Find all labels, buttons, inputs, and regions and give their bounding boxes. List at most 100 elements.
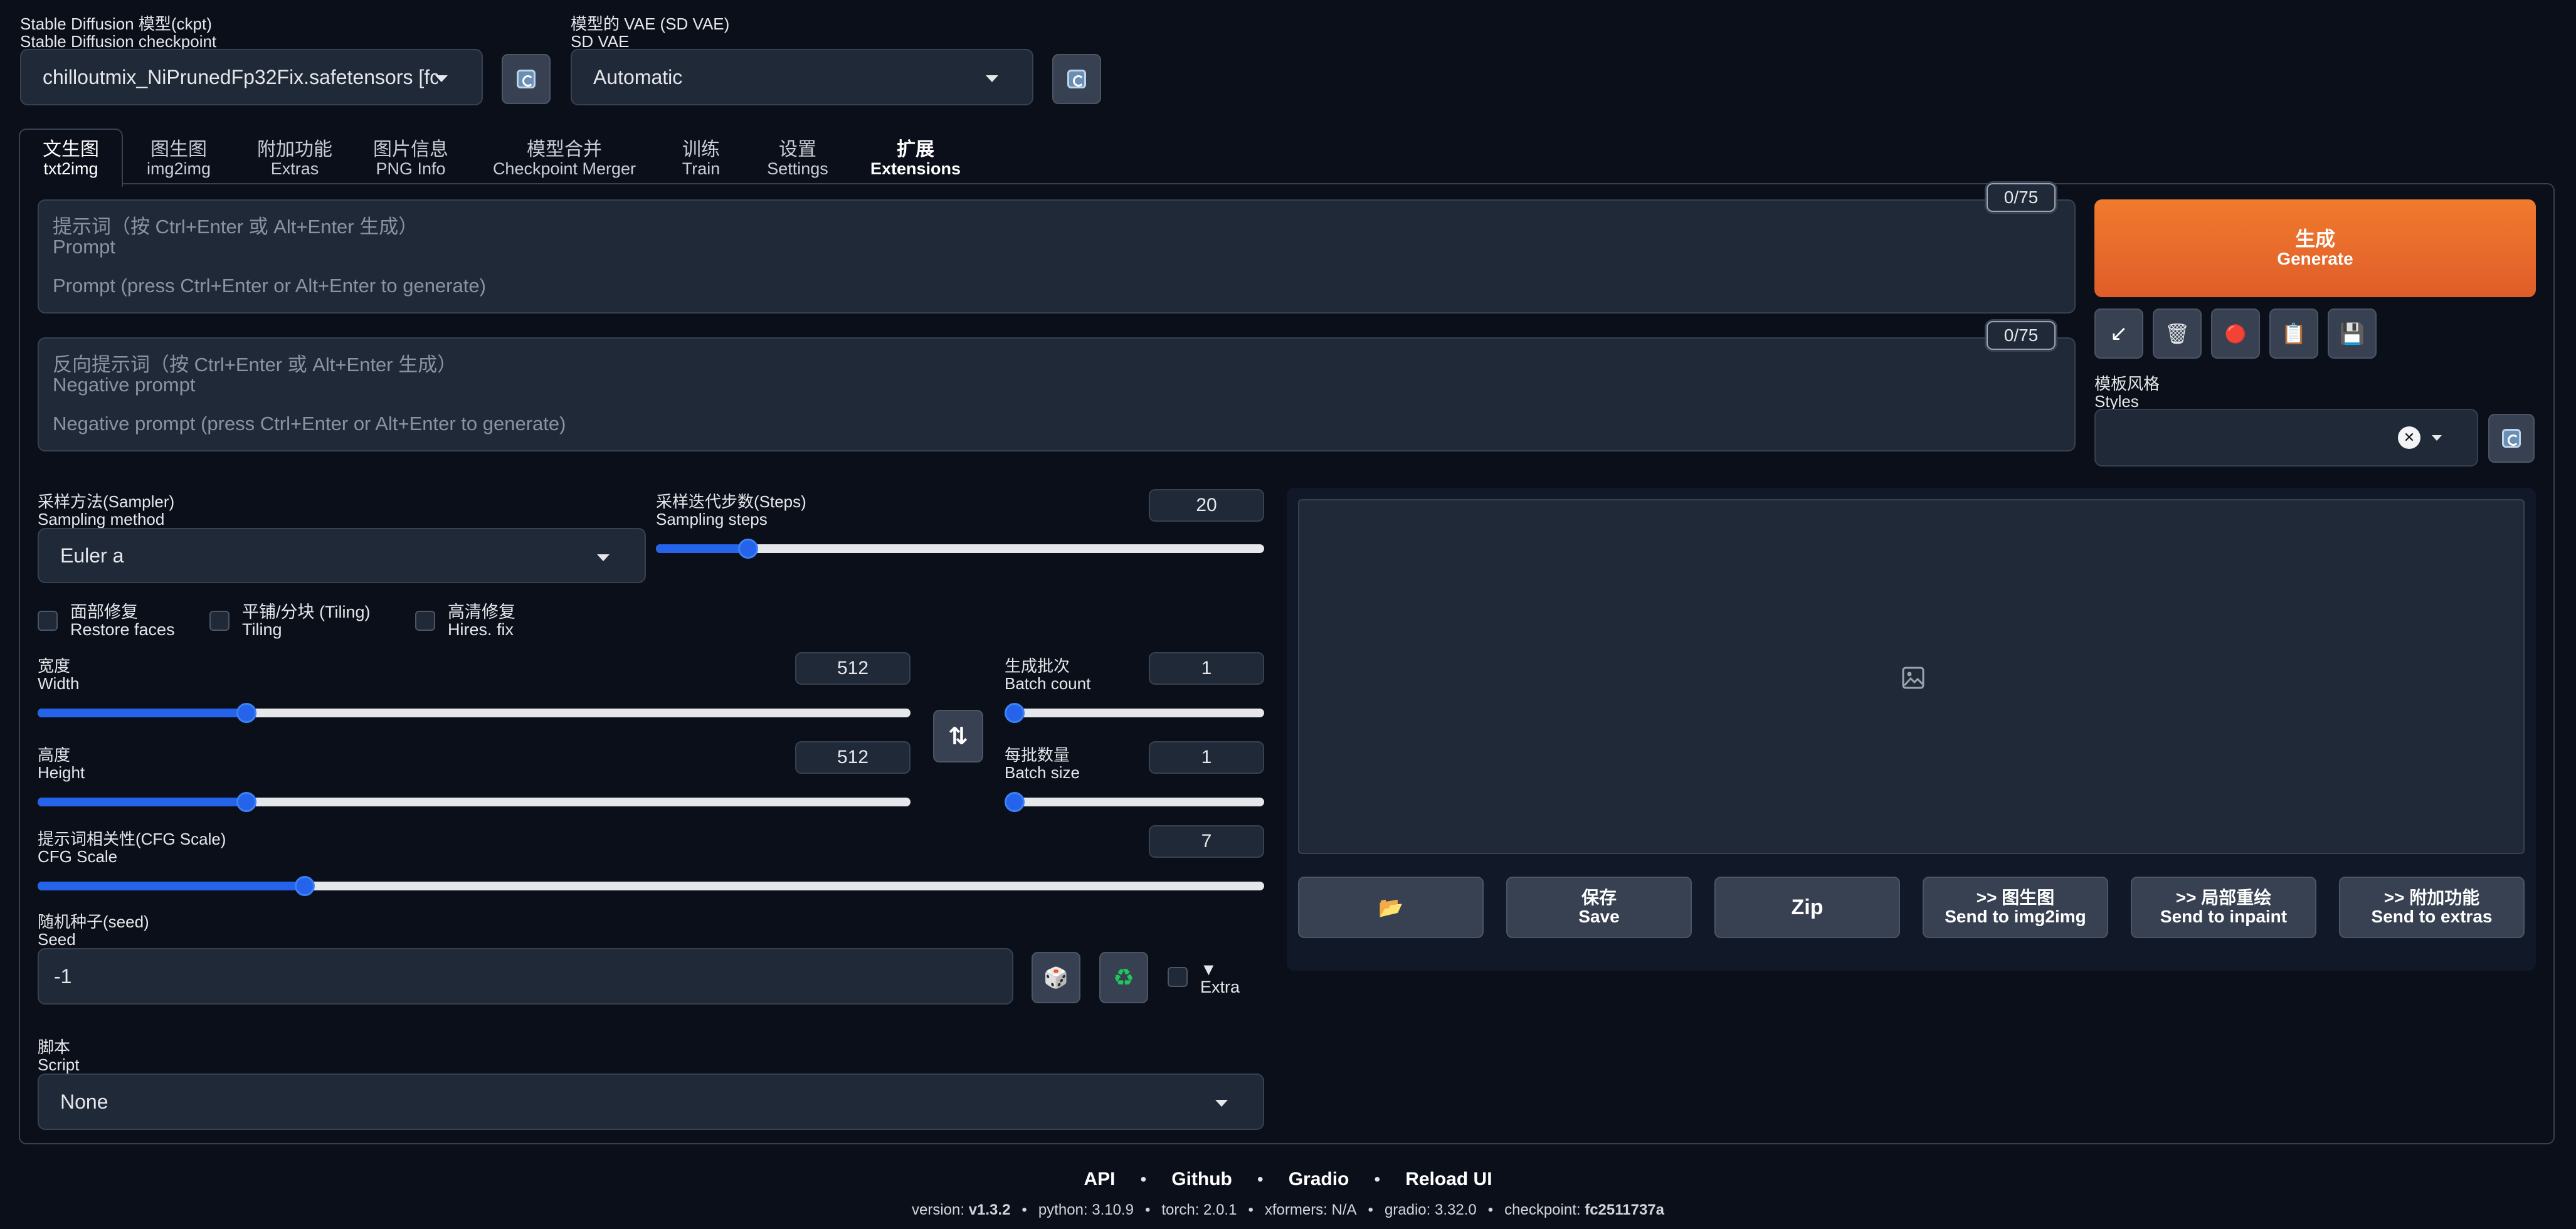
clear-icon[interactable]: ✕: [2398, 426, 2420, 449]
extra-seed-checkbox[interactable]: [1168, 967, 1188, 987]
extra-label: Extra: [1200, 978, 1240, 996]
tab-train[interactable]: 训练 Train: [665, 140, 737, 179]
script-select[interactable]: None: [38, 1073, 1264, 1130]
chevron-down-icon: [597, 554, 610, 561]
batch-size-input[interactable]: 1: [1149, 741, 1264, 774]
refresh-styles-button[interactable]: [2488, 414, 2535, 463]
gradio-link[interactable]: Gradio: [1289, 1169, 1349, 1190]
vae-label-zh: 模型的 VAE (SD VAE): [571, 14, 730, 33]
refresh-vae-button[interactable]: [1052, 54, 1101, 104]
batch-count-label: 生成批次 Batch count: [1005, 657, 1090, 692]
refresh-checkpoint-button[interactable]: [502, 54, 551, 104]
negative-prompt-textarea[interactable]: 反向提示词（按 Ctrl+Enter 或 Alt+Enter 生成） Negat…: [38, 337, 2076, 451]
seed-input[interactable]: -1: [38, 948, 1013, 1005]
vae-select[interactable]: Automatic: [571, 49, 1033, 105]
send-to-img2img-button[interactable]: >> 图生图 Send to img2img: [1923, 877, 2108, 938]
tab-settings[interactable]: 设置 Settings: [755, 140, 840, 179]
cfg-input[interactable]: 7: [1149, 825, 1264, 858]
button-label-en: Send to inpaint: [2160, 907, 2288, 926]
recycle-icon: ♻: [1112, 964, 1135, 991]
generate-label-zh: 生成: [2294, 228, 2335, 250]
seed-label: 随机种子(seed) Seed: [38, 913, 149, 948]
send-to-inpaint-button[interactable]: >> 局部重绘 Send to inpaint: [2131, 877, 2316, 938]
negative-prompt-label: 反向提示词（按 Ctrl+Enter 或 Alt+Enter 生成） Negat…: [53, 355, 457, 395]
footer-links: API • Github • Gradio • Reload UI: [0, 1169, 2576, 1190]
tab-label-en: Train: [682, 159, 721, 178]
clear-prompt-button[interactable]: 🗑: [2153, 309, 2202, 359]
height-slider[interactable]: [38, 792, 911, 812]
prompt-label-zh: 提示词（按 Ctrl+Enter 或 Alt+Enter 生成）: [53, 216, 418, 238]
reload-ui-link[interactable]: Reload UI: [1405, 1169, 1492, 1190]
reuse-seed-button[interactable]: ♻: [1099, 952, 1148, 1003]
clipboard-icon: 📋: [2281, 322, 2306, 345]
slider-thumb[interactable]: [236, 792, 256, 812]
refresh-icon: [1067, 70, 1086, 88]
batch-size-slider[interactable]: [1005, 792, 1264, 812]
prompt-placeholder: Prompt (press Ctrl+Enter or Alt+Enter to…: [53, 275, 486, 297]
button-label-en: Save: [1578, 907, 1620, 926]
height-label-zh: 高度: [38, 746, 71, 764]
checkpoint-value: chilloutmix_NiPrunedFp32Fix.safetensors …: [43, 65, 438, 88]
negative-prompt-label-en: Negative prompt: [53, 374, 196, 396]
restore-faces-checkbox[interactable]: [38, 611, 58, 631]
tab-extras[interactable]: 附加功能 Extras: [245, 140, 345, 179]
batch-count-label-en: Batch count: [1005, 674, 1091, 693]
github-link[interactable]: Github: [1171, 1169, 1232, 1190]
footer-separator: •: [1368, 1201, 1373, 1218]
prompt-textarea[interactable]: 提示词（按 Ctrl+Enter 或 Alt+Enter 生成） Prompt …: [38, 199, 2076, 314]
apply-style-button[interactable]: 📋: [2269, 309, 2318, 359]
batch-count-input[interactable]: 1: [1149, 652, 1264, 685]
hires-fix-checkbox[interactable]: [415, 611, 435, 631]
slider-thumb[interactable]: [1005, 703, 1025, 723]
tiling-checkbox[interactable]: [209, 611, 230, 631]
slider-thumb[interactable]: [236, 703, 256, 723]
width-label-en: Width: [38, 674, 80, 693]
styles-select[interactable]: ✕: [2094, 409, 2478, 467]
save-style-button[interactable]: 💾: [2328, 309, 2377, 359]
chevron-down-icon: [435, 75, 448, 82]
output-image-area[interactable]: [1298, 499, 2525, 854]
steps-slider[interactable]: [656, 539, 1264, 559]
tab-label-zh: 图片信息: [373, 139, 448, 160]
tab-txt2img[interactable]: 文生图 txt2img: [19, 140, 123, 179]
cfg-slider[interactable]: [38, 876, 1264, 896]
tab-checkpoint-merger[interactable]: 模型合并 Checkpoint Merger: [483, 139, 646, 179]
red-circle-icon: 🔴: [2224, 324, 2247, 344]
checkpoint-select[interactable]: chilloutmix_NiPrunedFp32Fix.safetensors …: [20, 49, 483, 105]
random-seed-button[interactable]: 🎲: [1032, 952, 1080, 1003]
triangle-down-icon: ▼: [1200, 960, 1217, 979]
height-label: 高度 Height: [38, 746, 85, 781]
batch-size-label-zh: 每批数量: [1005, 746, 1070, 764]
script-label-zh: 脚本: [38, 1038, 71, 1057]
tab-img2img[interactable]: 图生图 img2img: [132, 140, 226, 179]
api-link[interactable]: API: [1084, 1169, 1115, 1190]
width-slider[interactable]: [38, 703, 911, 723]
vae-label: 模型的 VAE (SD VAE) SD VAE: [571, 15, 729, 50]
tab-label-zh: 模型合并: [527, 139, 602, 160]
steps-input[interactable]: 20: [1149, 489, 1264, 522]
open-folder-button[interactable]: 📂: [1298, 877, 1484, 938]
button-label-en: Send to img2img: [1945, 907, 2086, 926]
save-button[interactable]: 保存 Save: [1506, 877, 1692, 938]
extra-networks-button[interactable]: 🔴: [2211, 309, 2260, 359]
slider-fill: [38, 798, 246, 806]
sampler-select[interactable]: Euler a: [38, 528, 646, 583]
python-version: python: 3.10.9: [1038, 1201, 1134, 1218]
slider-thumb[interactable]: [738, 539, 758, 559]
tab-png-info[interactable]: 图片信息 PNG Info: [364, 139, 458, 179]
swap-dimensions-button[interactable]: ⇅: [933, 710, 983, 762]
batch-count-slider[interactable]: [1005, 703, 1264, 723]
read-params-button[interactable]: ↙: [2094, 309, 2143, 359]
zip-button[interactable]: Zip: [1714, 877, 1900, 938]
tab-extensions[interactable]: 扩展 Extensions: [865, 140, 966, 179]
check-label-zh: 面部修复: [70, 603, 138, 621]
negative-prompt-placeholder: Negative prompt (press Ctrl+Enter or Alt…: [53, 413, 566, 435]
footer-separator: •: [1257, 1169, 1264, 1189]
styles-label-zh: 模板风格: [2094, 374, 2160, 393]
slider-thumb[interactable]: [295, 876, 315, 896]
height-input[interactable]: 512: [795, 741, 911, 774]
width-input[interactable]: 512: [795, 652, 911, 685]
slider-thumb[interactable]: [1005, 792, 1025, 812]
send-to-extras-button[interactable]: >> 附加功能 Send to extras: [2339, 877, 2525, 938]
generate-button[interactable]: 生成 Generate: [2094, 199, 2536, 297]
